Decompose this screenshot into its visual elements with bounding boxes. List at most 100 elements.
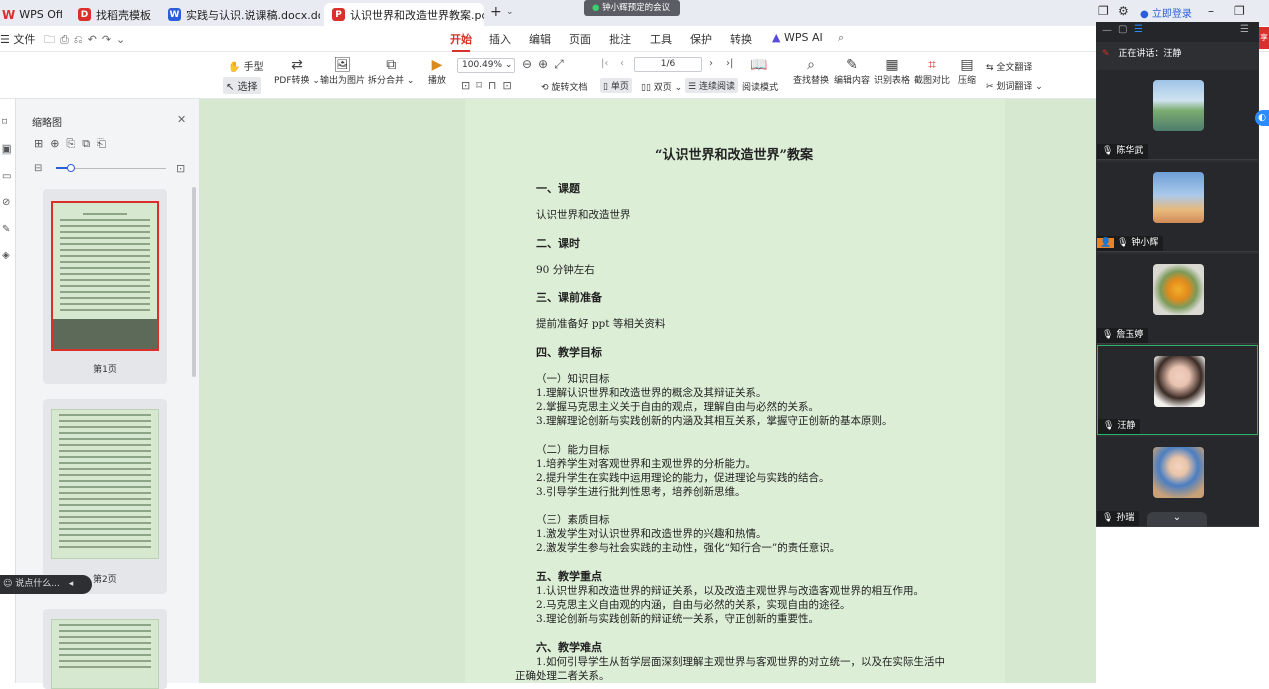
tab-pdf[interactable]: P 认识世界和改造世界教案.pdf ✕ [324, 3, 484, 26]
continuous-read-button[interactable]: ☰ 连续阅读 [685, 78, 738, 93]
participant-tile-speaking[interactable]: 🎙 汪静 [1097, 345, 1258, 435]
zoom-icons[interactable]: ⊖⊕⤢ [522, 57, 570, 72]
file-menu[interactable]: ☰ 文件 [0, 31, 35, 47]
subheading: （一）知识目标 [536, 373, 610, 385]
bookmark-icon[interactable]: ⌑ [2, 117, 7, 128]
new-tab-button[interactable]: + [490, 4, 502, 20]
tab-template[interactable]: D 找稻壳模板 [70, 3, 158, 26]
menu-convert[interactable]: 转换 [730, 31, 752, 47]
chevron-down-icon[interactable]: ⌄ [506, 7, 514, 17]
compare-icon: ⌗ [928, 57, 936, 73]
recognize-table-button[interactable]: ▦ 识别表格 [874, 57, 910, 86]
prev-page-icon[interactable]: ‹ [620, 58, 624, 69]
paragraph: 2.掌握马克思主义关于自由的观点，理解自由与必然的关系。 [536, 401, 820, 413]
hand-tool[interactable]: ✋ 手型 [228, 58, 264, 73]
full-translate-button[interactable]: ⇆ 全文翻译 [986, 60, 1032, 73]
participant-name: 🎙 詹玉婷 [1097, 328, 1149, 343]
side-badge[interactable]: 享 [1259, 27, 1269, 49]
wps-logo-icon: W [2, 7, 16, 22]
settings-icon[interactable]: ⚙ [1118, 4, 1129, 18]
menu-tools[interactable]: 工具 [650, 31, 672, 47]
read-mode-label: 阅读模式 [742, 83, 779, 93]
list-icon[interactable]: ☰ [1134, 24, 1143, 35]
comment-icon[interactable]: ▭ [2, 171, 11, 182]
quick-access-icons[interactable]: 🗀⎙⎌↶↷⌄ [44, 31, 130, 50]
menu-protect[interactable]: 保护 [690, 31, 712, 47]
pdf-convert-button[interactable]: ⇄ PDF转换 ⌄ [274, 57, 320, 86]
export-image-label: 输出为图片 [320, 76, 366, 86]
menu-icon[interactable]: ☰ [1240, 24, 1249, 35]
first-page-icon[interactable]: |‹ [601, 58, 608, 69]
compress-button[interactable]: ▤ 压缩 [958, 57, 976, 86]
chevron-down-icon[interactable]: ⌄ [1147, 512, 1207, 527]
page-number-input[interactable]: 1/6 [634, 57, 702, 72]
word-translate-button[interactable]: ✂ 划词翻译 ⌄ [986, 79, 1043, 92]
attachment-icon[interactable]: ⊘ [2, 197, 10, 208]
pdf-doc-icon: P [332, 8, 345, 21]
slider-handle[interactable] [67, 164, 75, 172]
thumbnail-page-2[interactable]: 第2页 [43, 399, 167, 594]
emoji-icon[interactable]: ☺ [3, 579, 12, 589]
select-tool[interactable]: ↖ 选择 [223, 77, 261, 94]
menu-comment[interactable]: 批注 [609, 31, 631, 47]
restore-icon[interactable]: ❐ [1234, 4, 1245, 18]
wps-home-tab[interactable]: W WPS Office [0, 3, 62, 26]
full-translate-label: 全文翻译 [996, 63, 1033, 73]
ai-icon: ▲ [772, 31, 781, 44]
minimize-icon[interactable]: — [1102, 25, 1112, 36]
menu-edit[interactable]: 编辑 [529, 31, 551, 47]
layers-icon[interactable]: ◈ [2, 250, 10, 261]
find-replace-button[interactable]: ⌕ 查找替换 [793, 57, 829, 86]
read-mode-button[interactable]: 阅读模式 [742, 80, 778, 93]
participant-tile[interactable]: 👤 🎙 钟小辉 [1097, 162, 1258, 252]
zoom-out-thumb-icon[interactable]: ⊟ [34, 163, 42, 174]
rotate-button[interactable]: ⟲ 旋转文档 [541, 80, 587, 93]
paragraph: 2.激发学生参与社会实践的主动性，强化“知行合一”的责任意识。 [536, 542, 841, 554]
export-image-button[interactable]: 🖼 输出为图片 [320, 57, 365, 86]
zoom-in-thumb-icon[interactable]: ⊡ [176, 162, 185, 175]
compare-label: 截图对比 [914, 76, 951, 86]
menu-wps-ai[interactable]: ▲ WPS AI [772, 31, 823, 44]
thumbnail-page-3[interactable] [43, 609, 167, 689]
compare-button[interactable]: ⌗ 截图对比 [914, 57, 950, 86]
scrollbar[interactable] [192, 187, 196, 377]
window-layout-icon[interactable]: ❐ [1098, 4, 1109, 18]
view-icons[interactable]: ⊡⌑⊓⊡ [461, 79, 518, 92]
meeting-notice[interactable]: ● 钟小辉预定的会议 [584, 0, 680, 16]
window-icon[interactable]: ▢ [1118, 24, 1127, 35]
participant-tile[interactable]: 🎙 陈华武 [1097, 70, 1258, 160]
chat-input[interactable]: ☺ 说点什么... ◂ [0, 575, 92, 594]
assistant-icon[interactable]: ◐ [1255, 110, 1269, 126]
collapse-icon[interactable]: ◂ [69, 579, 74, 589]
menu-page[interactable]: 页面 [569, 31, 591, 47]
close-icon[interactable]: ✕ [177, 113, 186, 126]
thumbnail-icon[interactable]: ▣ [2, 144, 12, 155]
single-page-button[interactable]: ▯ 单页 [600, 78, 632, 93]
signature-icon[interactable]: ✎ [2, 224, 10, 235]
compress-label: 压缩 [958, 76, 977, 86]
last-page-icon[interactable]: ›| [726, 58, 733, 69]
menu-insert[interactable]: 插入 [489, 31, 511, 47]
avatar [1153, 80, 1204, 131]
participant-name: 🎙 汪静 [1098, 419, 1141, 434]
search-icon[interactable]: ⌕ [838, 31, 844, 45]
zoom-select[interactable]: 100.49% ⌄ [457, 58, 515, 73]
next-page-icon[interactable]: › [709, 58, 713, 69]
play-button[interactable]: ▶ 播放 [428, 57, 446, 86]
minimize-icon[interactable]: – [1208, 4, 1214, 18]
tab-docx[interactable]: W 实践与认识.说课稿.docx.docx [160, 3, 320, 26]
edit-content-button[interactable]: ✎ 编辑内容 [834, 57, 870, 86]
file-menu-label: 文件 [13, 33, 36, 46]
login-link[interactable]: ● 立即登录 [1140, 5, 1192, 20]
thumbnail-page-1[interactable]: 第1页 [43, 189, 167, 384]
book-icon[interactable]: 📖 [750, 57, 767, 73]
split-merge-button[interactable]: ⧉ 拆分合并 ⌄ [368, 57, 414, 86]
mic-icon: 🎙 [1102, 330, 1114, 340]
thumbnail-tools[interactable]: ⊞⊕⎘⧉⎗ [34, 137, 113, 151]
participant-tile[interactable]: 🎙 孙瑞 ⌄ [1097, 437, 1258, 527]
menu-start[interactable]: 开始 [450, 31, 472, 52]
double-page-button[interactable]: ▯▯ 双页 ⌄ [641, 80, 682, 93]
speaking-text: 正在讲话：汪静 [1118, 49, 1182, 59]
toolbar: ✋ 手型 ↖ 选择 ⇄ PDF转换 ⌄ 🖼 输出为图片 ⧉ 拆分合并 ⌄ ▶ 播放 10… [0, 52, 1096, 99]
participant-tile[interactable]: 🎙 詹玉婷 [1097, 254, 1258, 344]
